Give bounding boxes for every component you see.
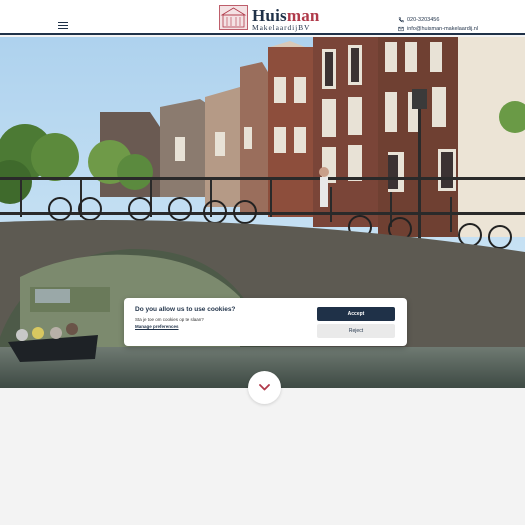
cookie-consent-dialog: Do you allow us to use cookies? Sta je t… [124, 298, 407, 346]
content-area [0, 388, 525, 525]
accept-button[interactable]: Accept [317, 307, 395, 321]
site-logo[interactable]: Huisman MakelaardijBV [219, 5, 319, 32]
building-emblem-icon [219, 5, 248, 30]
logo-title: Huisman [252, 6, 320, 25]
phone-number: 020-3203456 [407, 16, 440, 23]
cookie-description: Sta je toe om cookies op te slaan? [135, 317, 204, 322]
phone-icon [398, 16, 404, 22]
phone-link[interactable]: 020-3203456 [398, 15, 478, 24]
cookie-title: Do you allow us to use cookies? [135, 306, 236, 313]
manage-preferences-link[interactable]: Manage preferences [135, 324, 179, 329]
mail-icon [398, 26, 404, 31]
reject-button[interactable]: Reject [317, 324, 395, 338]
contact-info: 020-3203456 info@huisman-makelaardij.nl [398, 15, 478, 33]
hamburger-menu-icon[interactable] [58, 22, 68, 29]
email-link[interactable]: info@huisman-makelaardij.nl [398, 24, 478, 33]
logo-subtitle: MakelaardijBV [252, 23, 311, 32]
email-address: info@huisman-makelaardij.nl [407, 25, 479, 32]
scroll-down-button[interactable] [248, 371, 281, 404]
site-header: Huisman MakelaardijBV 020-3203456 info@h… [0, 0, 525, 35]
chevron-down-icon [259, 384, 270, 391]
